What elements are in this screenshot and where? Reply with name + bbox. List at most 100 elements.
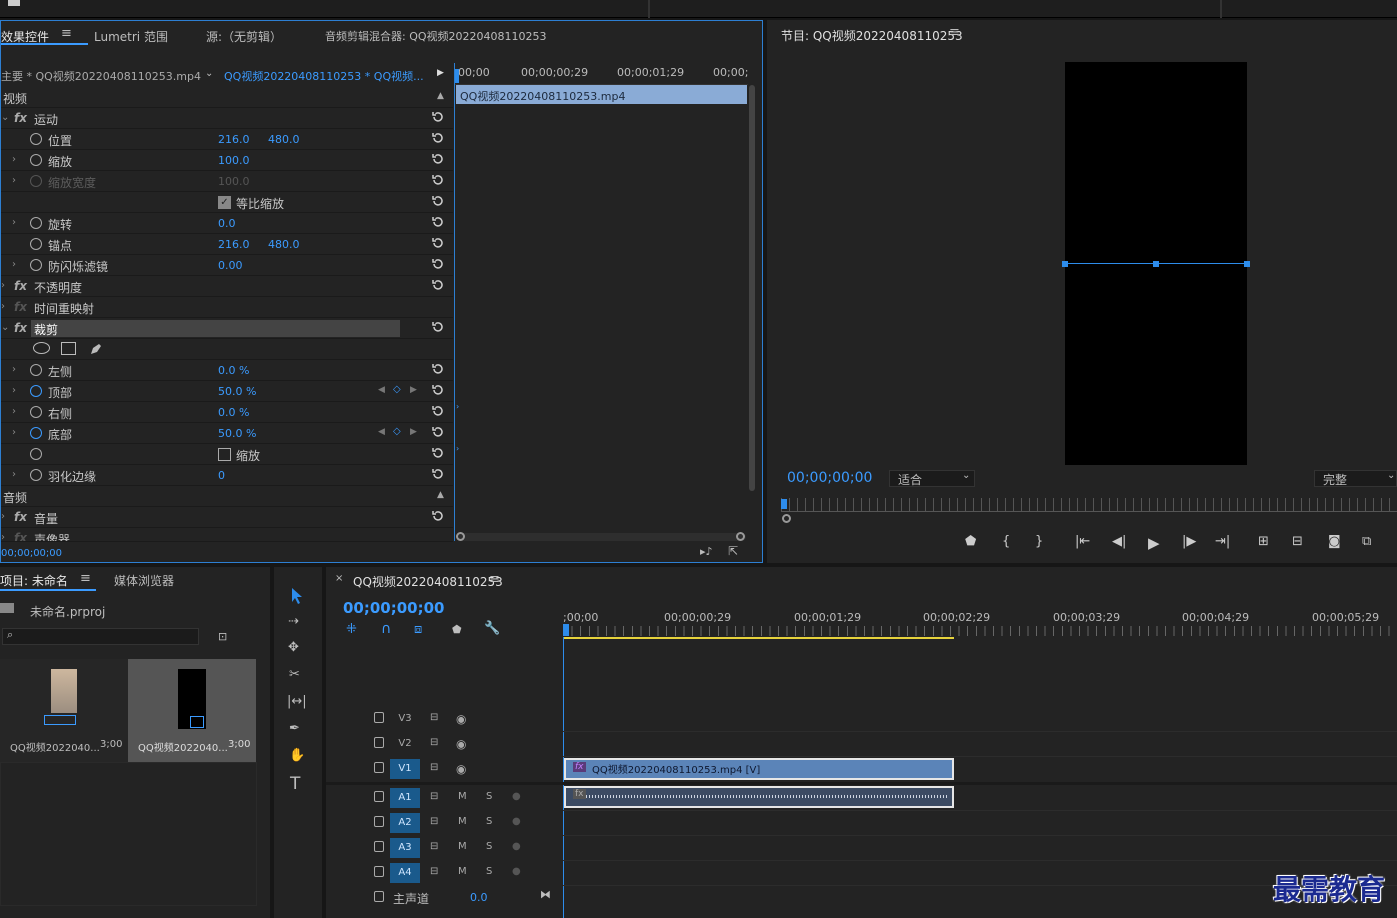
master-volume-value[interactable]: 0.0: [470, 891, 488, 904]
reset-icon[interactable]: [431, 131, 445, 145]
video-clip[interactable]: fx QQ视频20220408110253.mp4 [V]: [564, 758, 954, 780]
track-name[interactable]: A4: [390, 863, 420, 883]
sync-lock-icon[interactable]: ⊟: [430, 712, 438, 723]
scroll-handle-left[interactable]: [456, 532, 465, 541]
audio-clip[interactable]: fx: [564, 786, 954, 808]
keyframe-marker[interactable]: ›: [456, 444, 459, 453]
audio-section-header[interactable]: 音频 ▲: [1, 486, 453, 507]
track-name[interactable]: V1: [390, 759, 420, 779]
crop-bottom-value[interactable]: 50.0 %: [218, 427, 256, 440]
stopwatch-icon[interactable]: [30, 385, 42, 397]
go-to-end-icon[interactable]: ⧓: [540, 888, 551, 901]
razor-tool-icon[interactable]: ✂: [289, 667, 300, 682]
track-name[interactable]: V3: [390, 709, 420, 729]
scroll-handle-right[interactable]: [736, 532, 745, 541]
crop-top-row[interactable]: › 顶部 50.0 % ◀ ◇ ▶: [1, 381, 453, 402]
tab-project[interactable]: 项目: 未命名: [0, 572, 68, 589]
clip-selector[interactable]: 主要 * QQ视频20220408110253.mp4 ⌄ QQ视频202204…: [1, 66, 453, 86]
anchor-x-value[interactable]: 216.0: [218, 238, 250, 251]
type-tool-icon[interactable]: T: [290, 774, 300, 794]
sync-lock-icon[interactable]: ⊟: [430, 791, 438, 802]
tab-lumetri-scopes[interactable]: Lumetri 范围: [94, 28, 168, 45]
stopwatch-icon[interactable]: [30, 154, 42, 166]
panner-row[interactable]: › fx 声像器: [1, 528, 453, 542]
fx-mini-timeline[interactable]: 00;00 00;00;00;29 00;00;01;29 00;00; QQ视…: [454, 63, 748, 541]
sync-lock-icon[interactable]: ⊟: [430, 816, 438, 827]
video-section-header[interactable]: 视频 ▲: [1, 87, 453, 108]
go-to-in-icon[interactable]: |⇤: [1075, 534, 1090, 549]
close-icon[interactable]: ×: [335, 573, 343, 584]
sequence-tab[interactable]: QQ视频20220408110253: [353, 573, 503, 590]
playhead-marker[interactable]: [455, 69, 459, 83]
ripple-edit-tool-icon[interactable]: ✥: [288, 640, 299, 655]
fx-icon[interactable]: fx: [14, 531, 27, 541]
fx-scrollbar[interactable]: [749, 85, 755, 491]
stopwatch-icon[interactable]: [30, 133, 42, 145]
solo-button[interactable]: S: [486, 841, 492, 852]
hamburger-icon[interactable]: ≡: [949, 25, 960, 40]
fx-zoom-scroll[interactable]: [456, 532, 746, 541]
settings-wrench-icon[interactable]: 🔧: [484, 621, 500, 636]
track-header-a4[interactable]: A4 ⊟ M S ●: [326, 861, 563, 885]
quality-dropdown[interactable]: 完整 ⌄: [1314, 470, 1397, 487]
flicker-row[interactable]: › 防闪烁滤镜 0.00: [1, 255, 453, 276]
position-y-value[interactable]: 480.0: [268, 133, 300, 146]
microphone-icon[interactable]: ●: [512, 866, 521, 877]
lock-icon[interactable]: [374, 791, 384, 802]
motion-row[interactable]: ⌄ fx 运动: [1, 108, 453, 129]
crop-handle[interactable]: [1153, 261, 1159, 267]
stopwatch-icon[interactable]: [30, 469, 42, 481]
playhead-marker[interactable]: [563, 624, 569, 636]
uniform-scale-row[interactable]: ✓ 等比缩放: [1, 192, 453, 213]
reset-icon[interactable]: [431, 383, 445, 397]
microphone-icon[interactable]: ●: [512, 841, 521, 852]
tab-source[interactable]: 源:（无剪辑）: [206, 28, 282, 45]
hamburger-icon[interactable]: ≡: [489, 572, 500, 587]
play-icon[interactable]: ▶: [437, 68, 444, 78]
reset-icon[interactable]: [431, 257, 445, 271]
mark-in-icon[interactable]: {: [1002, 534, 1010, 549]
reset-icon[interactable]: [431, 278, 445, 292]
mini-ruler[interactable]: 00;00 00;00;00;29 00;00;01;29 00;00;: [455, 63, 748, 85]
track-header-a1[interactable]: A1 ⊟ M S ●: [326, 786, 563, 810]
eye-icon[interactable]: ◉: [456, 712, 466, 726]
export-icon[interactable]: ⇱: [728, 544, 738, 558]
eye-icon[interactable]: ◉: [456, 762, 466, 776]
project-item-selected[interactable]: QQ视频2022040... 3;00: [128, 659, 256, 762]
audio-only-icon[interactable]: ▸♪: [700, 545, 713, 558]
lock-icon[interactable]: [374, 762, 384, 773]
crop-left-value[interactable]: 0.0 %: [218, 364, 249, 377]
linked-selection-icon[interactable]: ⧈: [414, 622, 422, 637]
solo-button[interactable]: S: [486, 816, 492, 827]
mini-clip-bar[interactable]: QQ视频20220408110253.mp4: [456, 85, 747, 104]
snap-icon[interactable]: ∩: [381, 621, 391, 637]
step-back-icon[interactable]: ◀|: [1112, 534, 1126, 549]
next-keyframe-icon[interactable]: ▶: [410, 427, 417, 437]
opacity-row[interactable]: › fx 不透明度: [1, 276, 453, 297]
crop-handle[interactable]: [1062, 261, 1068, 267]
feather-row[interactable]: › 羽化边缘 0: [1, 465, 453, 486]
crop-handle[interactable]: [1244, 261, 1250, 267]
rectangle-mask-icon[interactable]: [61, 342, 76, 355]
crop-top-value[interactable]: 50.0 %: [218, 385, 256, 398]
stopwatch-icon[interactable]: [30, 406, 42, 418]
reset-icon[interactable]: [431, 152, 445, 166]
reset-icon[interactable]: [431, 194, 445, 208]
prev-keyframe-icon[interactable]: ◀: [378, 385, 385, 395]
fx-icon[interactable]: fx: [14, 510, 27, 524]
play-icon[interactable]: ▶: [1148, 534, 1160, 552]
anchor-row[interactable]: 锚点 216.0 480.0: [1, 234, 453, 255]
tab-media-browser[interactable]: 媒体浏览器: [114, 572, 174, 589]
reset-icon[interactable]: [431, 320, 445, 334]
new-bin-icon[interactable]: ⊡: [218, 630, 227, 643]
scale-row[interactable]: › 缩放 100.0: [1, 150, 453, 171]
lock-icon[interactable]: [374, 712, 384, 723]
rotation-row[interactable]: › 旋转 0.0: [1, 213, 453, 234]
anchor-y-value[interactable]: 480.0: [268, 238, 300, 251]
track-select-tool-icon[interactable]: ⇢: [288, 614, 299, 629]
hamburger-icon[interactable]: ≡: [80, 571, 91, 586]
project-list-area[interactable]: [0, 762, 257, 906]
track-name[interactable]: A3: [390, 838, 420, 858]
solo-button[interactable]: S: [486, 791, 492, 802]
eye-icon[interactable]: ◉: [456, 737, 466, 751]
